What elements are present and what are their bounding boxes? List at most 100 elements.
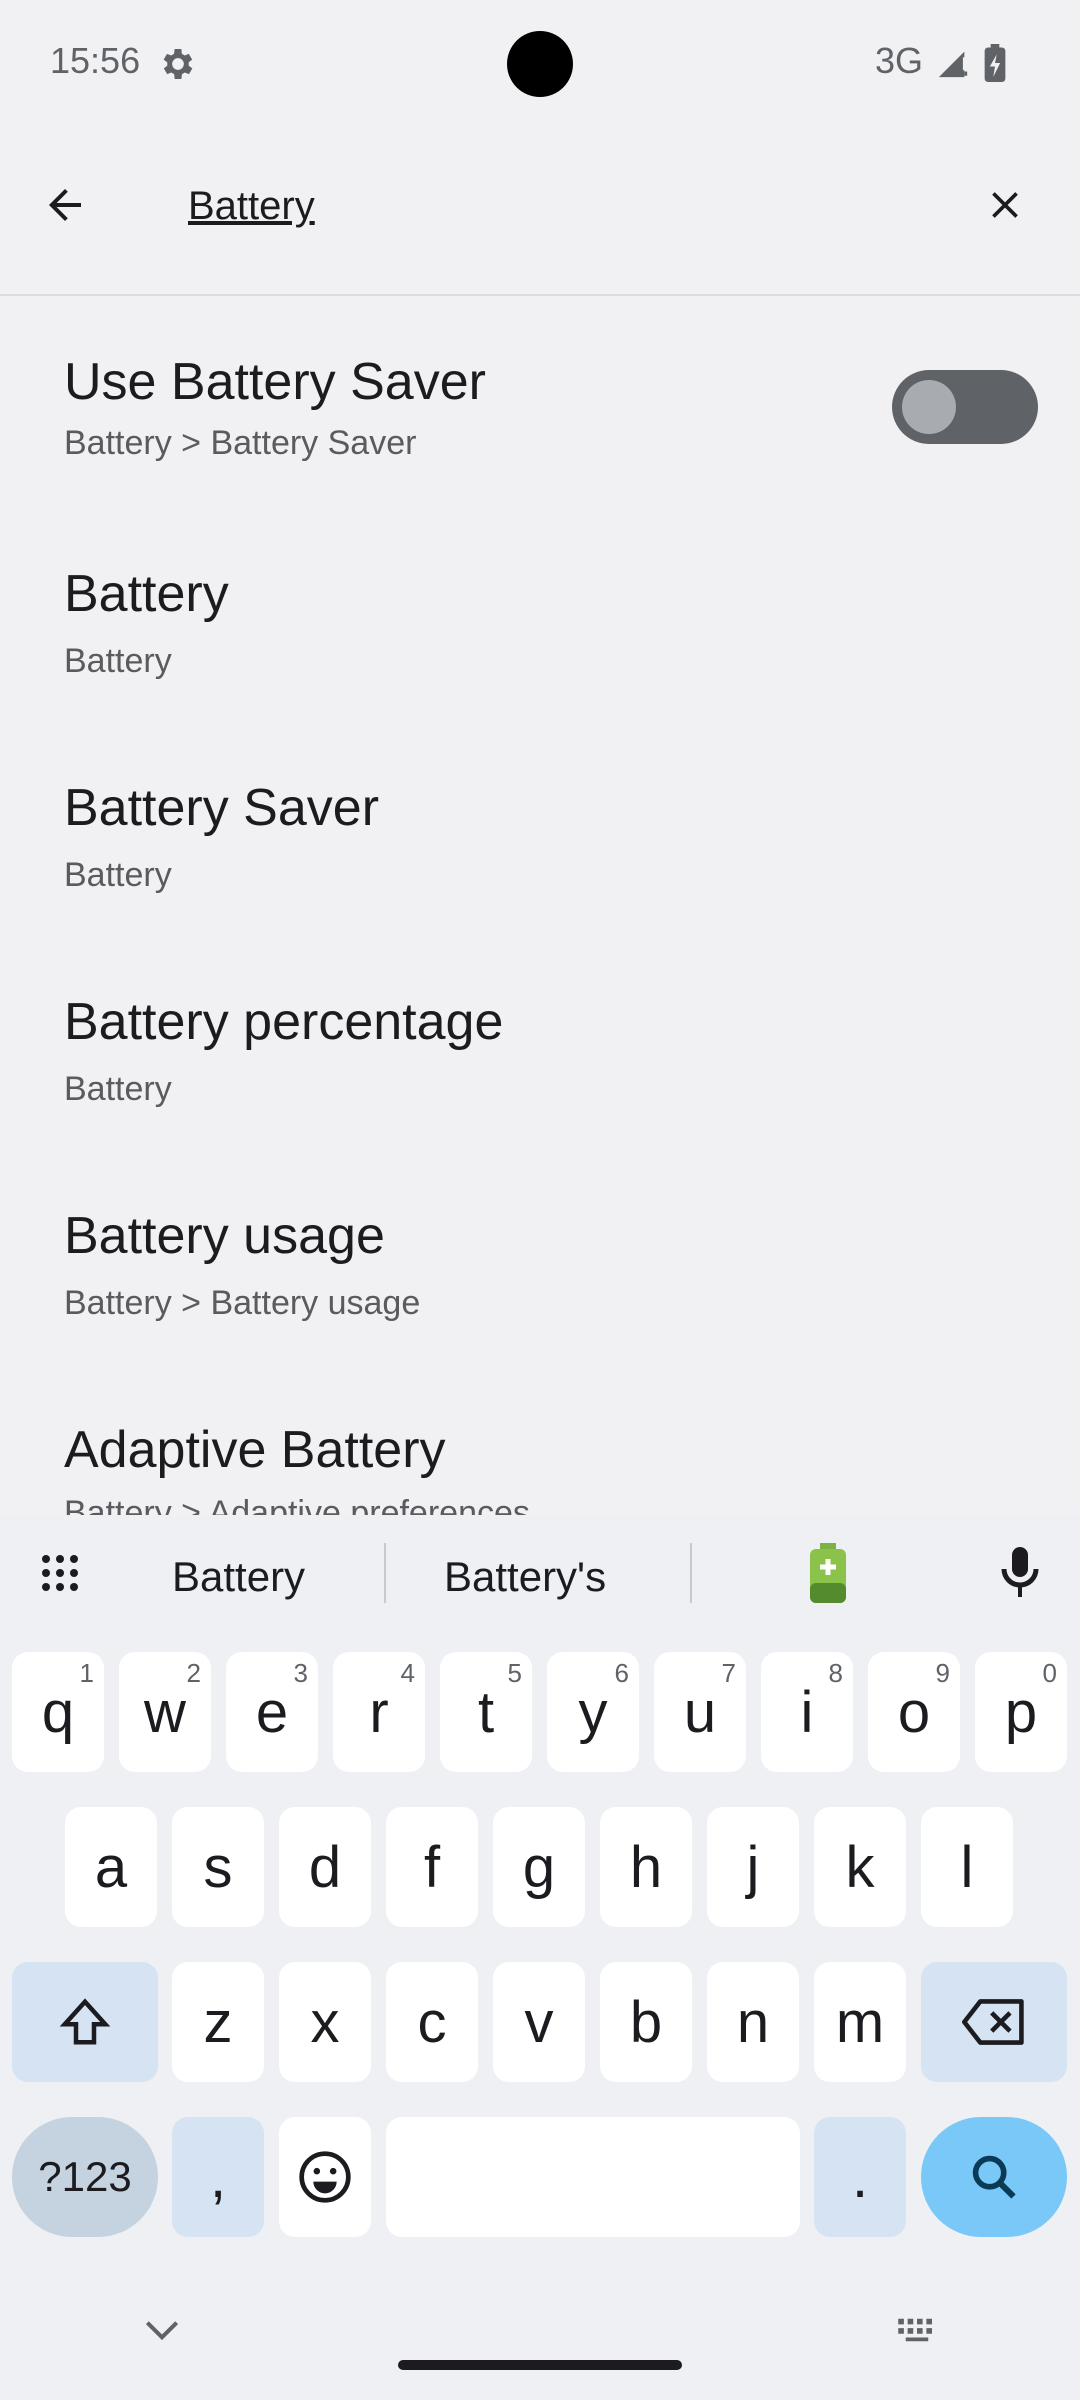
key-e[interactable]: e3 [226,1652,318,1772]
key-label: j [746,1834,760,1900]
emoji-icon [299,2151,351,2203]
key-label: c [417,1989,447,2055]
key-hint: 5 [507,1658,522,1688]
result-title: Battery usage [64,1207,385,1265]
apps-grid-icon[interactable] [36,1549,84,1597]
key-f[interactable]: f [386,1807,478,1927]
backspace-key[interactable] [921,1962,1067,2082]
settings-gear-icon [163,49,193,79]
key-q[interactable]: q1 [12,1652,104,1772]
symbols-key[interactable]: ?123 [12,2117,158,2237]
result-subtitle: Battery > Battery usage [64,1284,421,1322]
key-hint: 1 [79,1658,94,1688]
key-l[interactable]: l [921,1807,1013,1927]
divider [384,1543,386,1603]
network-type: 3G [875,40,924,81]
key-y[interactable]: y6 [547,1652,639,1772]
suggestion-strip: Battery Battery's [0,1515,1080,1625]
key-label: i [800,1679,814,1745]
toggle-knob [902,380,956,434]
result-battery-usage[interactable]: Battery usage Battery > Battery usage [0,1154,1080,1366]
key-hint: 0 [1042,1658,1057,1688]
key-w[interactable]: w2 [119,1652,211,1772]
key-o[interactable]: o9 [868,1652,960,1772]
suggestion-2[interactable]: Battery's [444,1553,606,1601]
key-label: , [209,2144,227,2210]
result-subtitle: Battery [64,642,172,680]
key-label: . [851,2144,869,2210]
key-hint: 7 [721,1658,736,1688]
result-battery-percentage[interactable]: Battery percentage Battery [0,940,1080,1152]
key-comma[interactable]: , [172,2117,264,2237]
key-hint: 3 [293,1658,308,1688]
key-c[interactable]: c [386,1962,478,2082]
key-label: k [845,1834,875,1900]
key-label: u [683,1679,717,1745]
emoji-key[interactable] [279,2117,371,2237]
result-subtitle: Battery [64,856,172,894]
battery-emoji-suggestion-icon[interactable] [808,1543,848,1603]
keyboard-switch-icon[interactable] [894,2315,940,2345]
key-j[interactable]: j [707,1807,799,1927]
key-label: p [1004,1679,1038,1745]
key-label: o [897,1679,931,1745]
camera-cutout [507,31,573,97]
key-p[interactable]: p0 [975,1652,1067,1772]
key-k[interactable]: k [814,1807,906,1927]
gesture-nav-handle[interactable] [398,2360,682,2370]
result-subtitle: Battery > Adaptive preferences [64,1494,530,1515]
space-key[interactable] [386,2117,800,2237]
result-subtitle: Battery > Battery Saver [64,424,417,462]
arrow-back-icon [49,189,81,221]
divider [0,294,1080,296]
on-screen-keyboard: Battery Battery's q1 w2 e3 r4 t5 y6 u7 i… [0,1515,1080,2400]
key-label: z [203,1989,233,2055]
key-x[interactable]: x [279,1962,371,2082]
key-hint: 4 [400,1658,415,1688]
key-u[interactable]: u7 [654,1652,746,1772]
back-button[interactable] [20,160,110,250]
key-i[interactable]: i8 [761,1652,853,1772]
hide-keyboard-chevron-icon[interactable] [140,2315,184,2345]
clear-search-button[interactable] [960,160,1050,250]
shift-icon [59,1998,111,2045]
status-time: 15:56 [50,40,141,81]
search-input[interactable]: Battery [188,184,315,229]
key-t[interactable]: t5 [440,1652,532,1772]
battery-charging-icon [984,44,1006,82]
result-title: Adaptive Battery [64,1421,446,1479]
key-label: l [960,1834,974,1900]
key-label: s [203,1834,233,1900]
key-label: y [578,1679,608,1745]
key-label: t [477,1679,495,1745]
key-period[interactable]: . [814,2117,906,2237]
close-icon [992,192,1018,218]
key-label: w [144,1679,186,1745]
result-battery-saver[interactable]: Battery Saver Battery [0,726,1080,938]
search-action-key[interactable] [921,2117,1067,2237]
key-label: g [522,1834,556,1900]
key-h[interactable]: h [600,1807,692,1927]
result-adaptive-battery[interactable]: Adaptive Battery Battery > Adaptive pref… [0,1368,1080,1515]
key-m[interactable]: m [814,1962,906,2082]
key-a[interactable]: a [65,1807,157,1927]
key-label: x [310,1989,340,2055]
key-n[interactable]: n [707,1962,799,2082]
status-bar: 15:56 3G [0,0,1080,128]
key-g[interactable]: g [493,1807,585,1927]
key-label: m [835,1989,885,2055]
key-s[interactable]: s [172,1807,264,1927]
key-v[interactable]: v [493,1962,585,2082]
suggestion-1[interactable]: Battery [172,1553,305,1601]
shift-key[interactable] [12,1962,158,2082]
key-d[interactable]: d [279,1807,371,1927]
key-hint: 8 [828,1658,843,1688]
key-b[interactable]: b [600,1962,692,2082]
key-z[interactable]: z [172,1962,264,2082]
microphone-icon[interactable] [996,1545,1044,1601]
result-battery[interactable]: Battery Battery [0,512,1080,724]
key-r[interactable]: r4 [333,1652,425,1772]
search-bar: Battery [0,140,1080,292]
battery-saver-toggle[interactable] [892,370,1038,444]
key-label: n [736,1989,770,2055]
